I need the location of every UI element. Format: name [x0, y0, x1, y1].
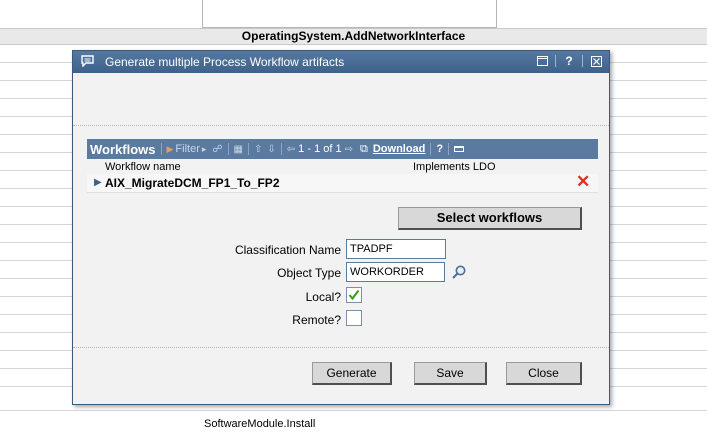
local-checkbox[interactable] — [346, 287, 362, 303]
sort-down-icon[interactable]: ⇩ — [267, 144, 275, 155]
toolbar-separator — [280, 143, 282, 155]
search-icon[interactable] — [451, 264, 467, 280]
expand-arrow-icon[interactable]: ▶ — [94, 177, 102, 188]
comment-icon — [81, 55, 94, 67]
toolbar-separator — [227, 143, 229, 155]
workflows-title: Workflows — [90, 141, 156, 157]
workflows-toolbar: Workflows ▶ Filter ▸ ☍ ▦ ⇧ ⇩ ⇦ 1 - 1 of … — [87, 139, 598, 159]
toolbar-separator — [448, 143, 450, 155]
close-button[interactable]: Close — [506, 362, 582, 385]
object-type-label: Object Type — [277, 266, 341, 280]
help-icon[interactable]: ? — [436, 143, 443, 155]
workflow-name-cell: AIX_MigrateDCM_FP1_To_FP2 — [105, 176, 280, 190]
section-divider — [73, 347, 609, 348]
column-implements-ldo[interactable]: Implements LDO — [413, 161, 496, 173]
binoculars-icon[interactable]: ☍ — [212, 144, 222, 155]
play-icon: ▶ — [166, 143, 174, 154]
column-workflow-name[interactable]: Workflow name — [105, 161, 181, 173]
table-row[interactable]: ▶ AIX_MigrateDCM_FP1_To_FP2 ✕ — [87, 173, 598, 193]
top-input-box — [202, 0, 497, 28]
help-icon[interactable]: ? — [562, 54, 576, 68]
workflows-column-header: Workflow name Implements LDO — [87, 160, 598, 175]
filter-button[interactable]: ▶ Filter ▸ — [167, 143, 207, 155]
select-workflows-button[interactable]: Select workflows — [398, 207, 582, 230]
minimize-icon[interactable] — [454, 146, 465, 152]
toolbar-separator — [248, 143, 249, 155]
generate-artifacts-dialog: Generate multiple Process Workflow artif… — [72, 50, 610, 405]
section-divider — [73, 125, 609, 126]
chevron-right-icon: ▸ — [201, 143, 207, 154]
save-button[interactable]: Save — [414, 362, 487, 385]
check-icon — [348, 289, 360, 301]
dialog-title-tools: ? — [535, 54, 603, 68]
sort-up-icon[interactable]: ⇧ — [254, 144, 262, 155]
delete-icon[interactable]: ✕ — [576, 173, 590, 191]
filter-label: Filter — [175, 143, 200, 155]
dialog-title: Generate multiple Process Workflow artif… — [105, 55, 345, 69]
remote-checkbox[interactable] — [346, 310, 362, 326]
toolbar-separator — [430, 143, 432, 155]
next-page-icon[interactable]: ⇨ — [345, 144, 353, 155]
export-icon[interactable]: ⧉ — [360, 143, 368, 156]
download-link[interactable]: Download — [373, 143, 426, 155]
local-label: Local? — [305, 290, 341, 304]
remote-label: Remote? — [292, 313, 341, 327]
list-item-software-module[interactable]: SoftwareModule.Install — [204, 418, 315, 430]
generate-button[interactable]: Generate — [312, 362, 392, 385]
prev-page-icon[interactable]: ⇦ — [287, 144, 295, 155]
list-row-divider — [0, 410, 707, 411]
classification-name-input[interactable] — [346, 239, 446, 259]
dialog-title-bar[interactable]: Generate multiple Process Workflow artif… — [73, 51, 609, 73]
list-header-title: OperatingSystem.AddNetworkInterface — [241, 29, 466, 43]
title-separator — [582, 55, 583, 67]
classification-name-label: Classification Name — [234, 243, 341, 257]
title-separator — [555, 55, 556, 67]
list-header-row[interactable]: OperatingSystem.AddNetworkInterface — [0, 28, 707, 45]
columns-icon[interactable]: ▦ — [234, 144, 243, 155]
object-type-input[interactable] — [346, 262, 445, 282]
pagination-text: 1 - 1 of 1 — [298, 143, 342, 155]
maximize-icon[interactable] — [535, 54, 549, 68]
toolbar-separator — [160, 143, 162, 155]
close-icon[interactable] — [589, 54, 603, 68]
